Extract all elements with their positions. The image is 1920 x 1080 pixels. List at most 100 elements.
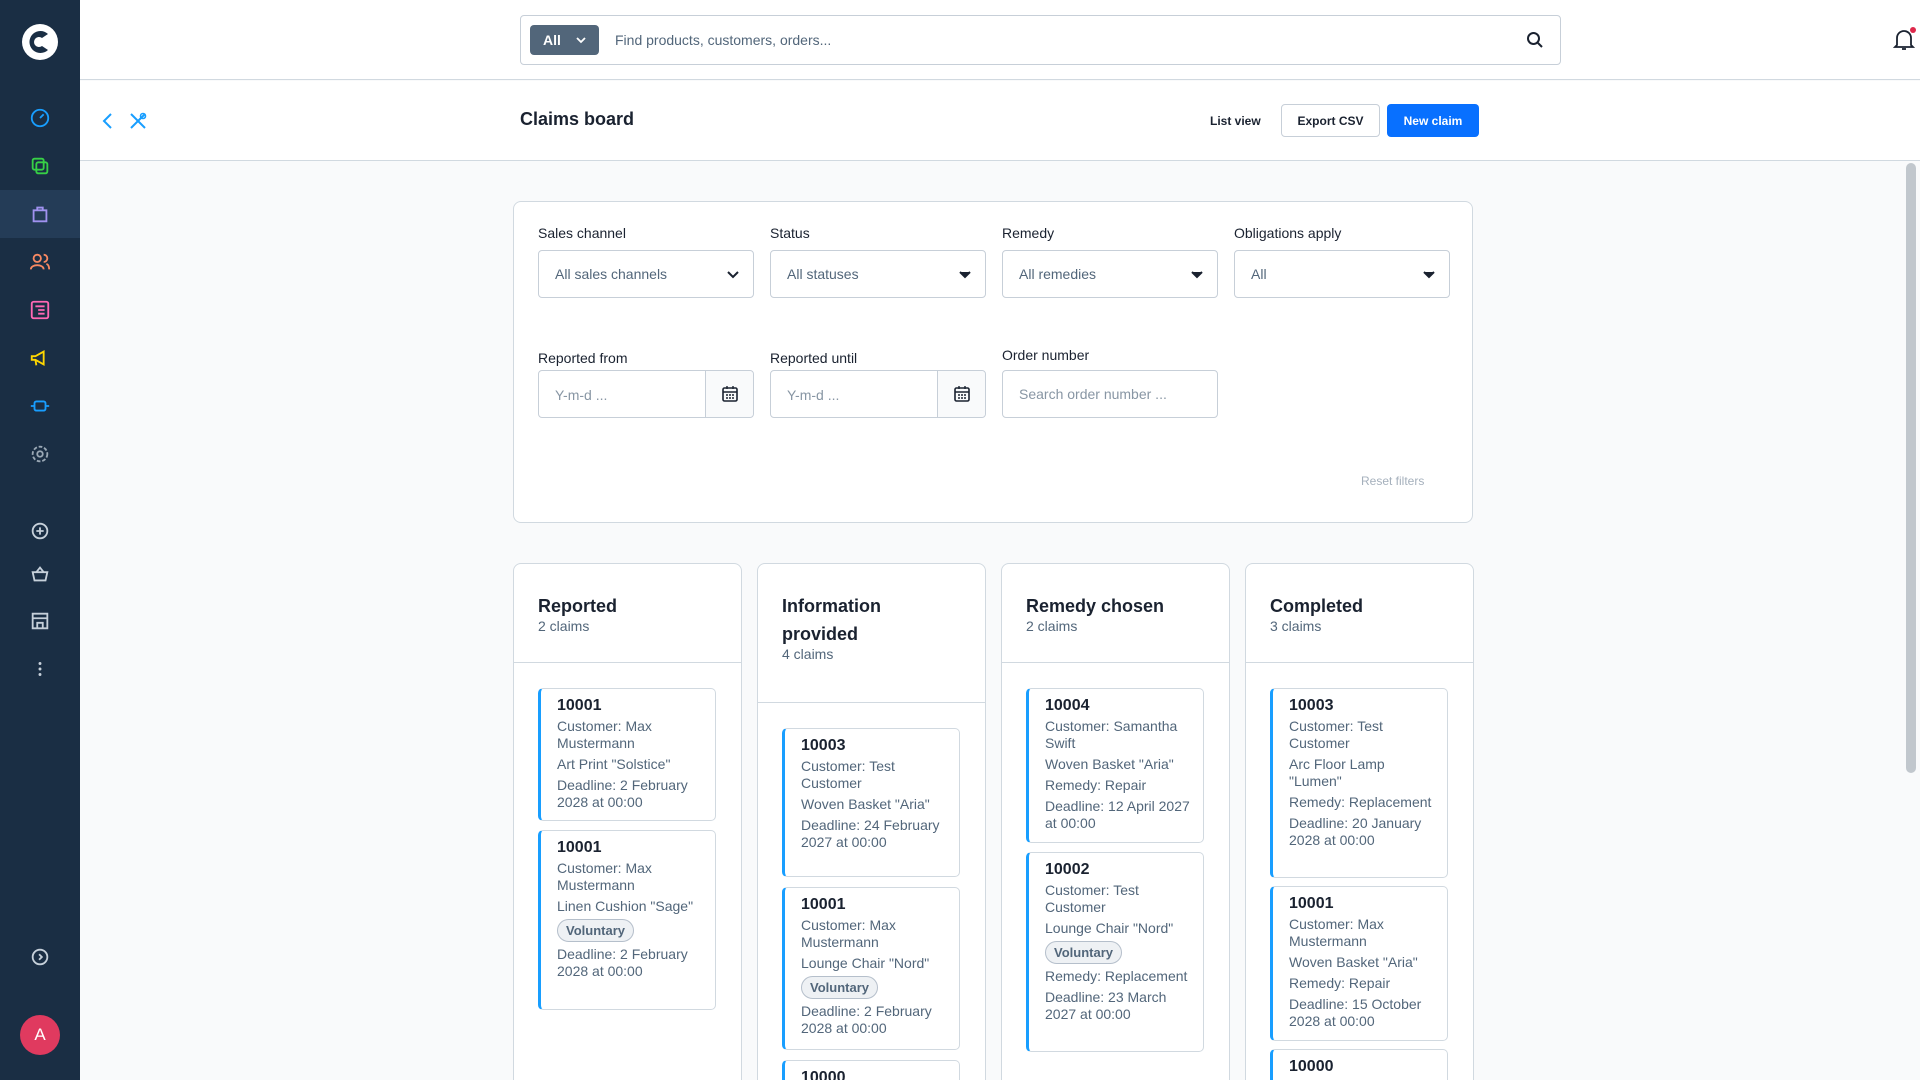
sidebar-item-customers[interactable] [0,238,80,286]
notification-dot [1910,27,1916,33]
tools-icon[interactable] [128,111,148,131]
claim-customer: Customer: Samantha Swift [1045,718,1178,751]
column-count: 2 claims [1026,618,1078,634]
claim-product: Linen Cushion "Sage" [557,898,694,914]
sidebar-item-store[interactable] [0,597,80,645]
column-count: 2 claims [538,618,590,634]
claim-card[interactable]: 10003 Customer: Test Customer Woven Bask… [782,728,960,877]
calendar-button[interactable] [705,371,753,417]
dashboard-icon [30,108,50,128]
claim-card[interactable]: 10004 Customer: Samantha Swift Woven Bas… [1026,688,1204,843]
claim-card[interactable]: 10002 Customer: Test Customer Lounge Cha… [1026,852,1204,1052]
list-view-button[interactable]: List view [1194,105,1277,137]
sidebar-item-more[interactable] [0,645,80,693]
sidebar-item-orders[interactable] [0,190,80,238]
claim-product: Woven Basket "Aria" [1289,954,1418,970]
claim-card[interactable]: 10001 Customer: Max Mustermann Linen Cus… [538,830,716,1010]
store-icon [31,612,49,630]
order-number-input[interactable]: Search order number ... [1002,370,1218,418]
reported-until-datepicker[interactable]: Y-m-d ... [770,370,986,418]
status-label: Status [770,225,810,241]
sidebar-item-marketing[interactable] [0,334,80,382]
sidebar-item-basket[interactable] [0,550,80,598]
claim-customer: Customer: Test Customer [801,758,895,791]
claim-product: Arc Floor Lamp "Lumen" [1289,756,1385,789]
search-input[interactable] [615,16,1465,64]
column-count: 4 claims [782,646,834,662]
marketing-icon [30,350,45,366]
claim-remedy: Remedy: Replacement [1289,794,1432,810]
board-column-information-provided: Information provided 4 claims 10003 Cust… [757,563,986,1080]
claim-product: Lounge Chair "Nord" [1045,920,1174,936]
search-scope-label: All [543,32,561,48]
chevron-down-icon [1423,271,1435,279]
claim-number: 10004 [1045,697,1090,714]
logo-icon[interactable] [20,22,60,62]
content-icon [30,300,50,320]
reported-until-placeholder: Y-m-d ... [787,387,840,403]
sidebar-item-catalogues[interactable] [0,142,80,190]
reported-from-label: Reported from [538,350,628,366]
calendar-button[interactable] [937,371,985,417]
settings-icon [31,445,49,463]
chevron-down-icon [959,271,971,279]
global-search: All [520,15,1561,65]
search-icon[interactable] [1526,31,1544,49]
status-select[interactable]: All statuses [770,250,986,298]
claim-customer: Customer: Max Mustermann [801,917,896,950]
column-count: 3 claims [1270,618,1322,634]
new-claim-button[interactable]: New claim [1387,104,1479,137]
sidebar-item-dashboard[interactable] [0,94,80,142]
avatar[interactable]: A [20,1015,60,1055]
claim-product: Lounge Chair "Nord" [801,955,930,971]
sidebar-item-settings[interactable] [0,430,80,478]
scrollbar[interactable] [1906,163,1916,773]
claim-customer: Customer: Max Mustermann [557,860,652,893]
back-arrow-icon[interactable] [100,111,116,131]
claim-card[interactable]: 10001 Customer: Max Mustermann Woven Bas… [1270,886,1448,1041]
sidebar-item-extensions[interactable] [0,382,80,430]
claim-card[interactable]: 10003 Customer: Test Customer Arc Floor … [1270,688,1448,878]
claim-deadline: Deadline: 2 February 2028 at 00:00 [557,777,688,810]
customers-icon [29,253,51,270]
claim-deadline: Deadline: 2 February 2028 at 00:00 [557,946,688,979]
claim-deadline: Deadline: 24 February 2027 at 00:00 [801,817,940,850]
claim-card[interactable]: 10000 [782,1060,960,1080]
claim-number: 10001 [557,697,602,714]
board-column-completed: Completed 3 claims 10003 Customer: Test … [1245,563,1474,1080]
order-number-placeholder: Search order number ... [1019,386,1167,402]
order-number-label: Order number [1002,347,1090,363]
remedy-label: Remedy [1002,225,1055,241]
reset-filters-button[interactable]: Reset filters [1361,474,1424,488]
claim-product: Woven Basket "Aria" [1045,756,1174,772]
claim-product: Art Print "Solstice" [557,756,671,772]
obligations-select[interactable]: All [1234,250,1450,298]
claim-card[interactable]: 10001 Customer: Max Mustermann Art Print… [538,688,716,821]
page-title: Claims board [520,109,635,129]
chevron-down-icon [576,37,586,44]
claim-card[interactable]: 10000 [1270,1049,1448,1080]
voluntary-badge: Voluntary [1045,941,1122,964]
sidebar-collapse-button[interactable] [0,933,80,981]
voluntary-badge: Voluntary [557,919,634,942]
search-scope-dropdown[interactable]: All [530,25,599,55]
claim-number: 10002 [1045,861,1090,878]
claim-remedy: Remedy: Repair [1289,975,1391,991]
sidebar-item-content[interactable] [0,286,80,334]
claim-deadline: Deadline: 2 February 2028 at 00:00 [801,1003,932,1036]
sidebar-item-add[interactable] [0,507,80,555]
status-value: All statuses [787,266,859,282]
claim-customer: Customer: Test Customer [1289,718,1383,751]
reported-from-datepicker[interactable]: Y-m-d ... [538,370,754,418]
export-csv-button[interactable]: Export CSV [1281,104,1380,137]
sidebar: A [0,0,80,1080]
sales-channel-select[interactable]: All sales channels [538,250,754,298]
chevron-down-icon [1191,271,1203,279]
sales-channel-label: Sales channel [538,225,626,241]
claim-number: 10000 [1289,1058,1334,1075]
remedy-select[interactable]: All remedies [1002,250,1218,298]
claim-deadline: Deadline: 12 April 2027 at 00:00 [1045,798,1190,831]
page-header: Claims board List view Export CSV New cl… [80,81,1920,161]
claim-customer: Customer: Max Mustermann [557,718,652,751]
claim-card[interactable]: 10001 Customer: Max Mustermann Lounge Ch… [782,887,960,1050]
